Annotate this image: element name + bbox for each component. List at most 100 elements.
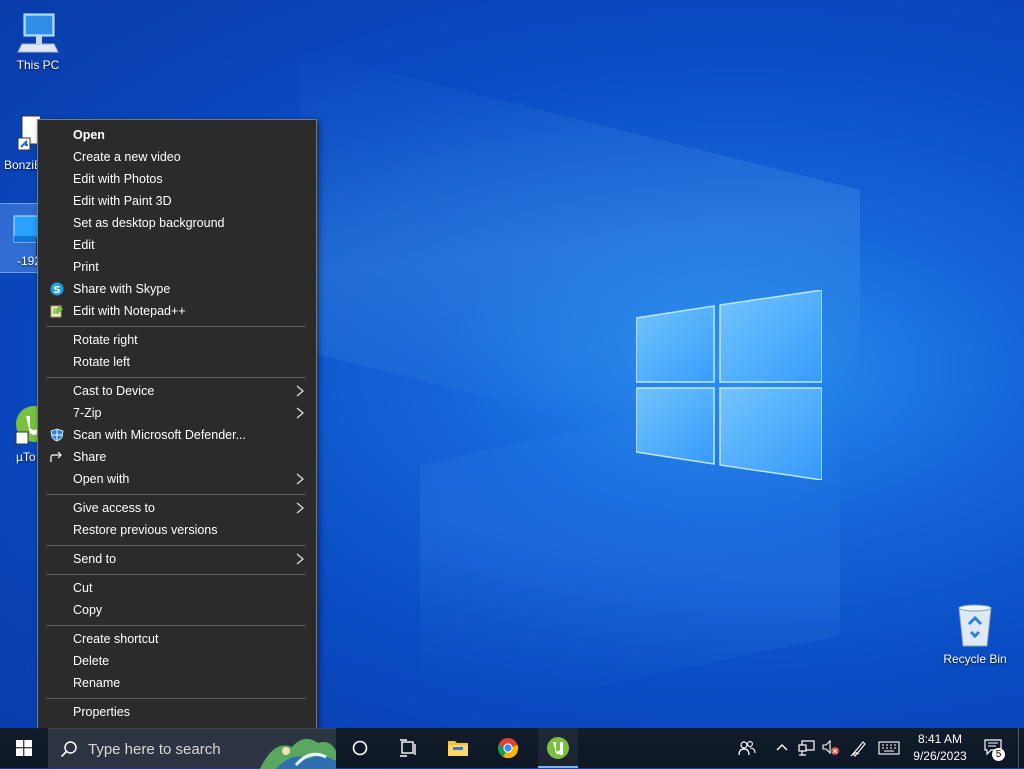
- cortana-icon: [352, 740, 368, 756]
- volume-muted-icon: [822, 740, 839, 755]
- menu-item-label: Copy: [73, 603, 103, 617]
- menu-item-edit-with-notepad-plus-plus[interactable]: Edit with Notepad++: [39, 300, 315, 322]
- chevron-right-icon: [296, 407, 305, 419]
- network-icon: [798, 740, 815, 756]
- menu-item-restore-previous-versions[interactable]: Restore previous versions: [39, 519, 315, 541]
- desktop-icon-bonzibuddy[interactable]: BonziB: [0, 114, 40, 172]
- utorrent-icon: [547, 737, 569, 759]
- volume-button[interactable]: [820, 728, 842, 768]
- start-button[interactable]: [0, 728, 48, 768]
- taskbar-clock[interactable]: 8:41 AM 9/26/2023: [904, 731, 976, 765]
- desktop-icon-this-pc[interactable]: This PC: [0, 10, 76, 72]
- menu-item-label: Rename: [73, 676, 121, 690]
- action-center-button[interactable]: [980, 728, 1008, 768]
- menu-item-label: Rotate left: [73, 355, 130, 369]
- show-desktop-button[interactable]: [1018, 728, 1024, 768]
- taskbar: Type here to search 8:41 AM 9/26/2023 5: [0, 728, 1024, 769]
- start-icon: [16, 740, 32, 756]
- desktop-icon-label: This PC: [16, 58, 60, 72]
- taskbar-search-box[interactable]: Type here to search: [48, 728, 336, 769]
- menu-item-label: Edit: [73, 238, 95, 252]
- desktop-icon-label: BonziB: [4, 158, 40, 172]
- defender-shield-icon: [50, 428, 64, 442]
- menu-item-rotate-left[interactable]: Rotate left: [39, 351, 315, 373]
- menu-item-open[interactable]: Open: [39, 124, 315, 146]
- menu-item-rotate-right[interactable]: Rotate right: [39, 329, 315, 351]
- menu-item-properties[interactable]: Properties: [39, 701, 315, 723]
- utorrent-icon: [15, 406, 40, 445]
- notepad-plus-plus-icon: [50, 305, 63, 318]
- desktop-icon-image-file[interactable]: -192: [0, 203, 39, 273]
- menu-item-send-to[interactable]: Send to: [39, 548, 315, 570]
- menu-separator: [46, 377, 306, 378]
- menu-item-create-new-video[interactable]: Create a new video: [39, 146, 315, 168]
- file-explorer-button[interactable]: [438, 728, 478, 768]
- cortana-button[interactable]: [344, 728, 378, 768]
- menu-item-give-access-to[interactable]: Give access to: [39, 497, 315, 519]
- menu-item-share[interactable]: Share: [39, 446, 315, 468]
- menu-item-label: Edit with Photos: [73, 172, 163, 186]
- search-icon: [60, 741, 77, 758]
- people-icon: [738, 741, 756, 756]
- menu-item-edit-with-photos[interactable]: Edit with Photos: [39, 168, 315, 190]
- menu-separator: [46, 545, 306, 546]
- menu-item-print[interactable]: Print: [39, 256, 315, 278]
- menu-item-edit[interactable]: Edit: [39, 234, 315, 256]
- image-file-icon: [13, 215, 38, 243]
- menu-item-edit-with-paint-3d[interactable]: Edit with Paint 3D: [39, 190, 315, 212]
- menu-item-label: 7-Zip: [73, 406, 102, 420]
- menu-item-label: Open with: [73, 472, 130, 486]
- menu-item-rename[interactable]: Rename: [39, 672, 315, 694]
- menu-item-label: Share with Skype: [73, 282, 171, 296]
- menu-item-label: Rotate right: [73, 333, 138, 347]
- menu-item-share-with-skype[interactable]: S Share with Skype: [39, 278, 315, 300]
- menu-item-label: Send to: [73, 552, 117, 566]
- chrome-button[interactable]: [488, 728, 528, 768]
- search-highlight-illustration-icon: [260, 738, 336, 769]
- utorrent-taskbar-button[interactable]: [538, 728, 578, 768]
- menu-item-open-with[interactable]: Open with: [39, 468, 315, 490]
- clock-date: 9/26/2023: [913, 749, 967, 763]
- menu-separator: [46, 698, 306, 699]
- recycle-bin-icon: [958, 604, 992, 647]
- context-menu: Open Create a new video Edit with Photos…: [37, 119, 317, 730]
- menu-item-create-shortcut[interactable]: Create shortcut: [39, 628, 315, 650]
- skype-icon: S: [50, 282, 64, 296]
- menu-item-label: Edit with Notepad++: [73, 304, 186, 318]
- menu-item-label: Set as desktop background: [73, 216, 225, 230]
- menu-item-cut[interactable]: Cut: [39, 577, 315, 599]
- chevron-right-icon: [296, 502, 305, 514]
- menu-item-label: Restore previous versions: [73, 523, 218, 537]
- menu-item-scan-with-defender[interactable]: Scan with Microsoft Defender...: [39, 424, 315, 446]
- chevron-right-icon: [296, 385, 305, 397]
- desktop-icon-label: -192: [16, 254, 38, 268]
- menu-item-delete[interactable]: Delete: [39, 650, 315, 672]
- notification-count-badge: 5: [992, 748, 1005, 761]
- menu-separator: [46, 574, 306, 575]
- pen-workspace-button[interactable]: [848, 728, 870, 768]
- chrome-icon: [497, 738, 519, 759]
- menu-item-label: Scan with Microsoft Defender...: [73, 428, 246, 442]
- people-button[interactable]: [736, 728, 758, 768]
- clock-time: 8:41 AM: [917, 732, 963, 746]
- desktop-icon-recycle-bin[interactable]: Recycle Bin: [937, 602, 1013, 666]
- network-button[interactable]: [796, 728, 818, 768]
- menu-item-cast-to-device[interactable]: Cast to Device: [39, 380, 315, 402]
- menu-item-set-desktop-background[interactable]: Set as desktop background: [39, 212, 315, 234]
- menu-item-label: Share: [73, 450, 107, 464]
- task-view-icon: [400, 739, 416, 757]
- menu-item-label: Print: [73, 260, 99, 274]
- menu-item-7-zip[interactable]: 7-Zip: [39, 402, 315, 424]
- pen-icon: [850, 741, 866, 757]
- search-placeholder: Type here to search: [88, 741, 221, 758]
- windows-logo-wallpaper: [636, 290, 822, 480]
- menu-item-label: Give access to: [73, 501, 155, 515]
- task-view-button[interactable]: [392, 728, 426, 768]
- chevron-right-icon: [296, 553, 305, 565]
- menu-item-copy[interactable]: Copy: [39, 599, 315, 621]
- touch-keyboard-button[interactable]: [876, 728, 902, 768]
- menu-separator: [46, 326, 306, 327]
- show-hidden-icons-button[interactable]: [772, 728, 792, 768]
- menu-item-label: Cast to Device: [73, 384, 155, 398]
- desktop-icon-utorrent[interactable]: µTo: [0, 402, 40, 464]
